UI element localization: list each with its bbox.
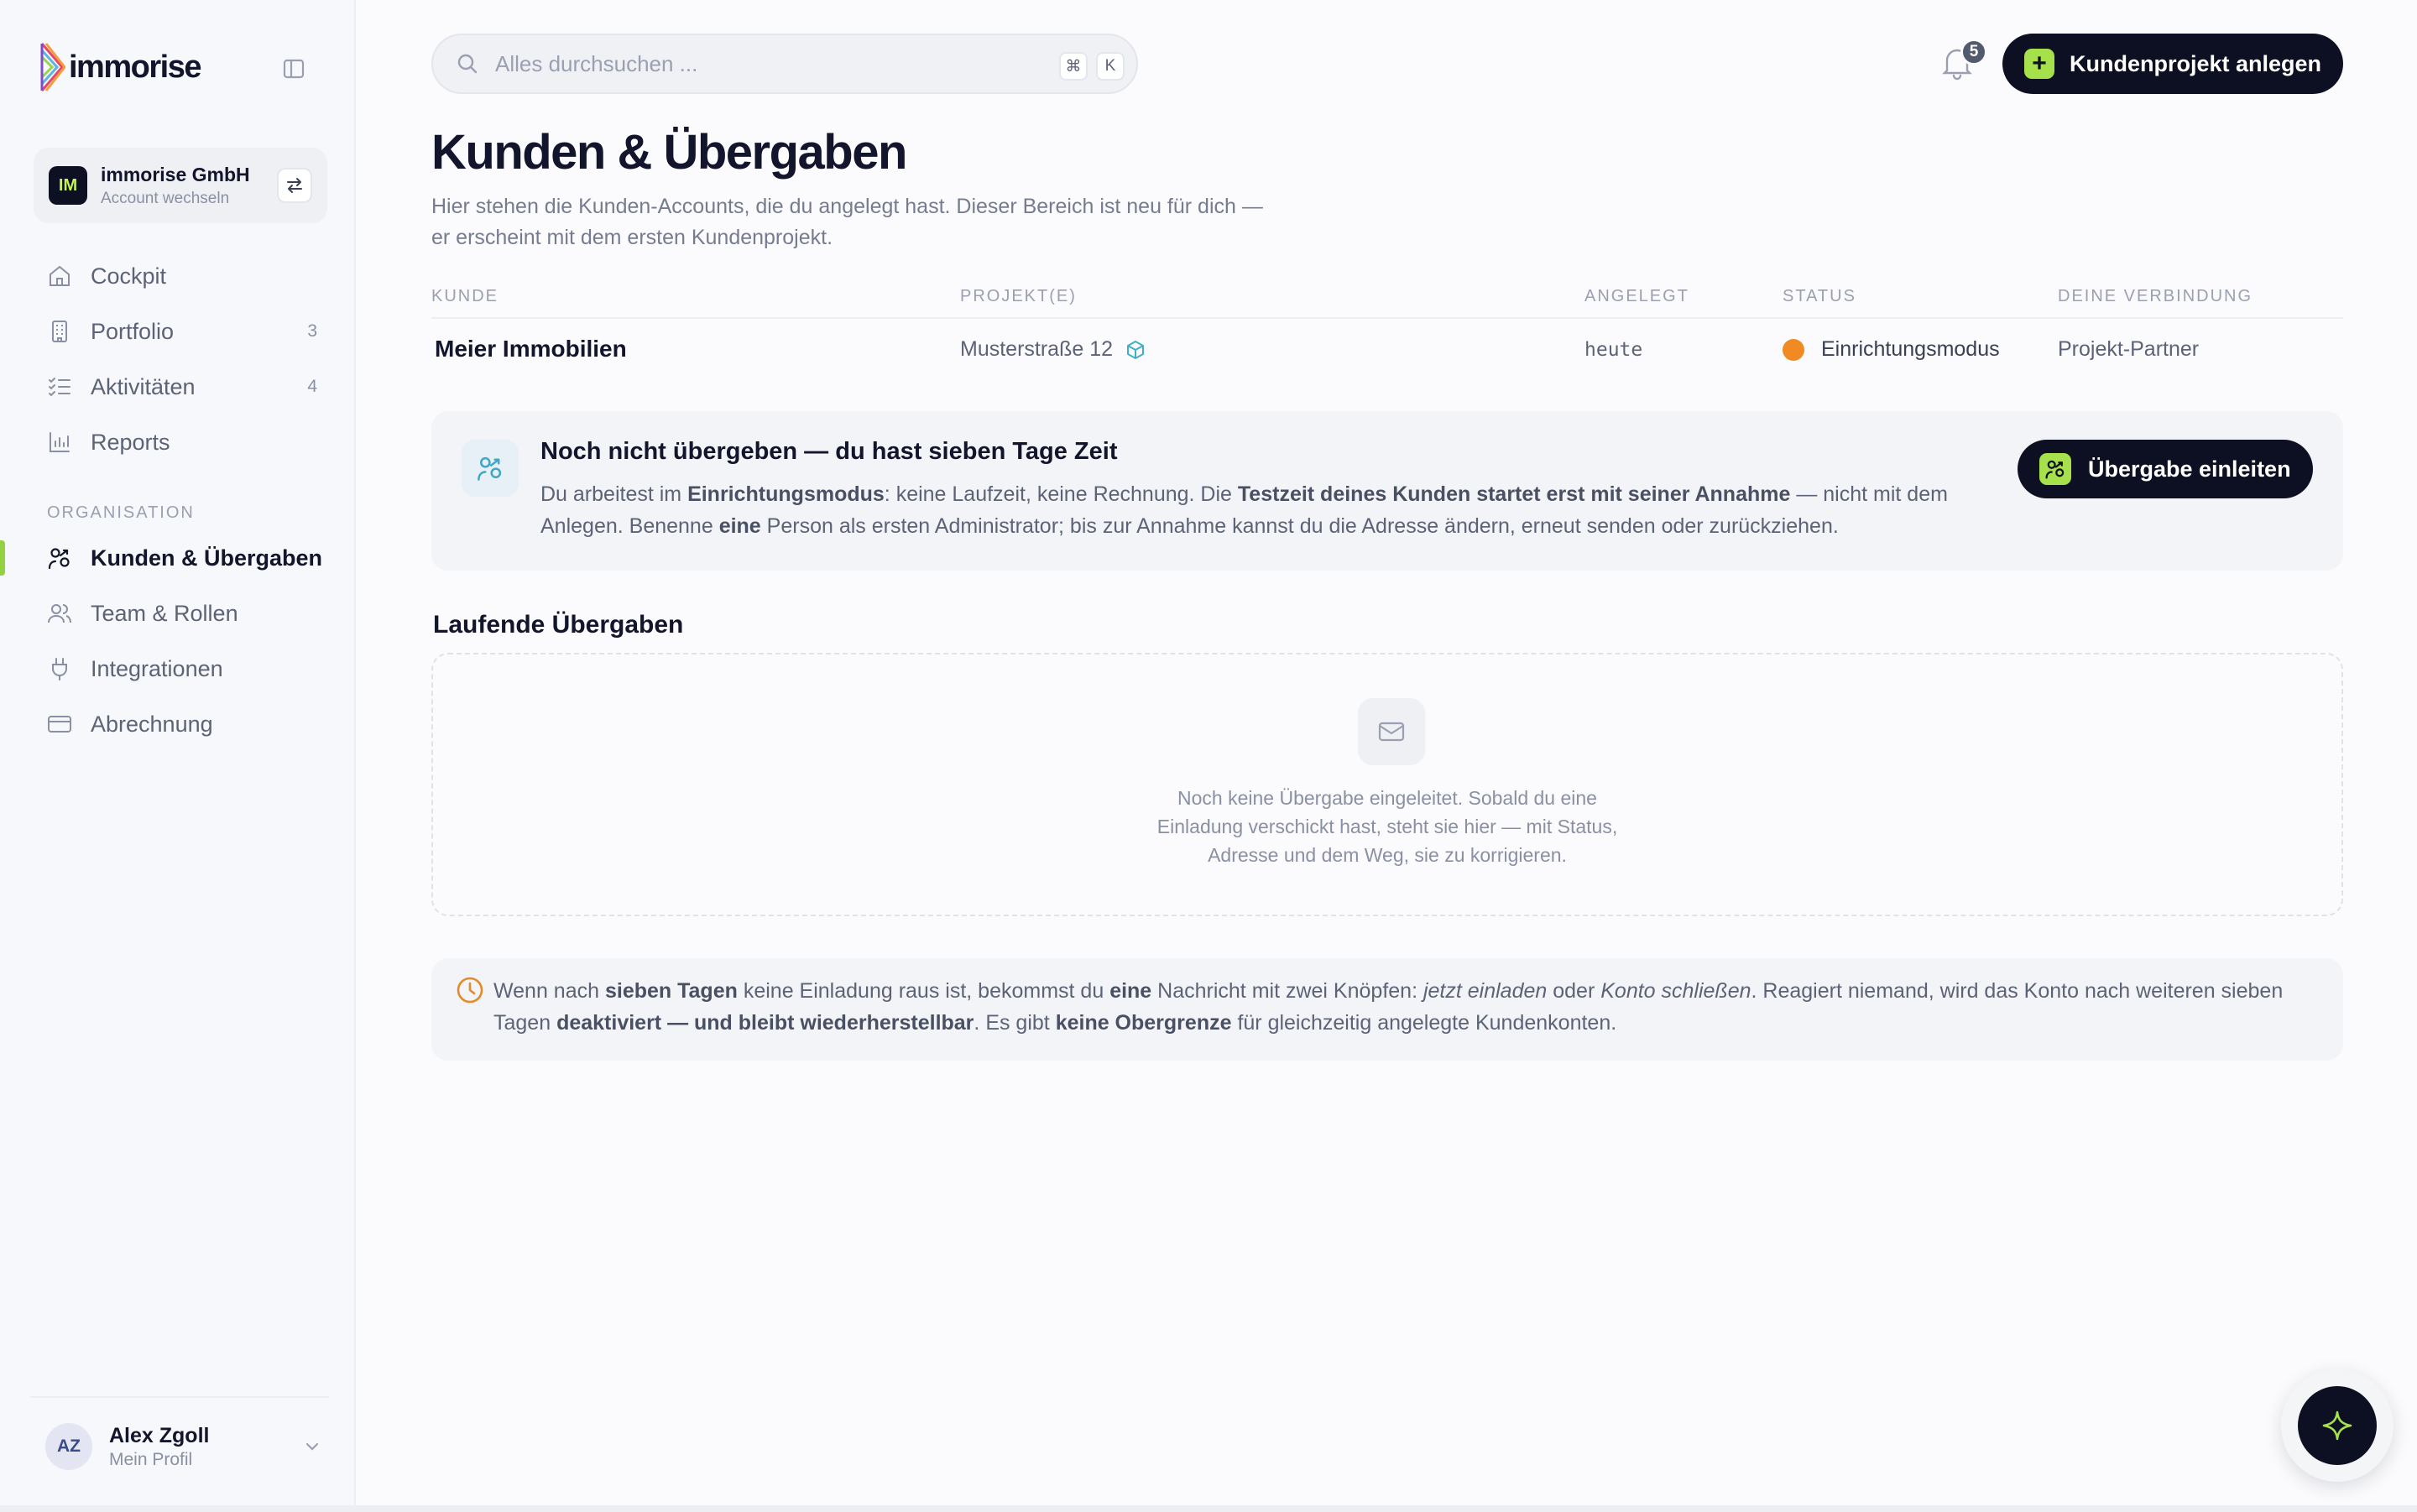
column-header-verbindung: DEINE VERBINDUNG <box>2058 287 2253 305</box>
home-icon <box>45 262 74 290</box>
page-title: Kunden & Übergaben <box>431 125 907 180</box>
sidebar: immorise IM immorise GmbH Account wechse… <box>0 0 356 1505</box>
sidebar-nav: Cockpit Portfolio 3 Aktivitäten 4 Report… <box>0 248 356 752</box>
notifications-button[interactable]: 5 <box>1940 39 1987 84</box>
sidebar-item-label: Aktivitäten <box>91 373 196 399</box>
account-switcher[interactable]: IM immorise GmbH Account wechseln <box>34 148 327 223</box>
profile-divider <box>30 1396 329 1398</box>
customers-table: KUNDE PROJEKT(E) ANGELEGT STATUS DEINE V… <box>431 282 2343 381</box>
profile-menu[interactable]: AZ Alex Zgoll Mein Profil <box>45 1423 322 1470</box>
main-content: Alles durchsuchen ... ⌘ K 5 + Kundenproj… <box>356 0 2417 1505</box>
callout-title: Noch nicht übergeben — du hast sieben Ta… <box>540 438 1118 465</box>
handshake-icon <box>45 544 74 572</box>
info-text: Wenn nach sieben Tagen keine Einladung r… <box>493 979 2284 1035</box>
bell-icon <box>1940 49 1974 84</box>
swap-icon[interactable] <box>277 168 312 203</box>
mail-icon <box>1358 698 1425 765</box>
sidebar-item-label: Team & Rollen <box>91 600 238 626</box>
shortcut-k-key: K <box>1096 52 1125 81</box>
account-avatar: IM <box>49 166 87 205</box>
start-handover-button[interactable]: Übergabe einleiten <box>2018 440 2313 498</box>
sidebar-item-kunden[interactable]: Kunden & Übergaben <box>0 530 356 586</box>
start-handover-label: Übergabe einleiten <box>2088 456 2291 482</box>
handover-callout: Noch nicht übergeben — du hast sieben Ta… <box>431 411 2343 571</box>
shortcut-cmd-key: ⌘ <box>1059 52 1088 81</box>
sidebar-item-cockpit[interactable]: Cockpit <box>0 248 356 304</box>
customer-name[interactable]: Meier Immobilien <box>435 336 627 362</box>
handshake-icon <box>2039 453 2071 485</box>
column-header-projekt: PROJEKT(E) <box>960 287 1077 305</box>
chevron-down-icon[interactable] <box>302 1436 322 1461</box>
logo[interactable]: immorise <box>40 42 201 92</box>
checklist-icon <box>45 373 74 401</box>
clock-icon <box>455 975 488 1009</box>
activities-count: 4 <box>307 377 317 396</box>
created-date: heute <box>1584 339 1643 361</box>
bottom-edge <box>0 1505 2417 1512</box>
column-header-status: STATUS <box>1783 287 1856 305</box>
connection-label: Projekt-Partner <box>2058 337 2200 361</box>
table-row[interactable]: Meier Immobilien Musterstraße 12 heute E… <box>431 319 2343 381</box>
plus-icon: + <box>2024 49 2054 79</box>
empty-state-text: Noch keine Übergabe eingeleitet. Sobald … <box>1156 787 1618 866</box>
avatar: AZ <box>45 1423 92 1470</box>
portfolio-count: 3 <box>307 321 317 341</box>
create-project-button[interactable]: + Kundenprojekt anlegen <box>2002 34 2343 94</box>
sidebar-item-label: Integrationen <box>91 655 223 681</box>
create-project-label: Kundenprojekt anlegen <box>2070 50 2322 76</box>
sidebar-item-label: Kunden & Übergaben <box>91 545 323 571</box>
search-input[interactable]: Alles durchsuchen ... <box>495 51 697 77</box>
sidebar-item-team[interactable]: Team & Rollen <box>0 586 356 641</box>
sidebar-item-integrationen[interactable]: Integrationen <box>0 641 356 696</box>
status-dot <box>1783 338 1804 361</box>
credit-card-icon <box>45 710 74 738</box>
notification-badge: 5 <box>1960 39 1987 65</box>
profile-sub: Mein Profil <box>109 1449 193 1469</box>
search-bar[interactable]: Alles durchsuchen ... ⌘ K <box>431 34 1138 94</box>
sidebar-item-label: Cockpit <box>91 263 167 289</box>
section-title: Laufende Übergaben <box>433 611 684 639</box>
sidebar-toggle-icon[interactable] <box>282 57 305 81</box>
project-name: Musterstraße 12 <box>960 337 1114 361</box>
sidebar-item-label: Reports <box>91 429 170 455</box>
info-notice: Wenn nach sieben Tagen keine Einladung r… <box>431 958 2343 1061</box>
sidebar-item-abrechnung[interactable]: Abrechnung <box>0 696 356 752</box>
column-header-kunde: KUNDE <box>431 287 499 305</box>
building-icon <box>45 317 74 346</box>
users-icon <box>45 599 74 628</box>
bar-chart-icon <box>45 428 74 456</box>
logo-text: immorise <box>69 49 201 85</box>
project-cell[interactable]: Musterstraße 12 <box>960 337 1146 362</box>
table-header: KUNDE PROJEKT(E) ANGELEGT STATUS DEINE V… <box>431 282 2343 319</box>
handshake-icon <box>462 440 519 497</box>
plug-icon <box>45 654 74 683</box>
sidebar-item-aktivitaeten[interactable]: Aktivitäten 4 <box>0 359 356 414</box>
sparkle-icon <box>2298 1386 2377 1465</box>
callout-text: Du arbeitest im Einrichtungsmodus: keine… <box>540 482 1948 538</box>
status-label: Einrichtungsmodus <box>1821 337 2000 361</box>
sidebar-item-label: Portfolio <box>91 318 175 344</box>
status-badge: Einrichtungsmodus <box>1783 337 2000 362</box>
search-icon <box>455 51 480 76</box>
logo-mark-icon <box>40 42 66 92</box>
sidebar-item-reports[interactable]: Reports <box>0 414 356 470</box>
cube-icon <box>1125 339 1146 361</box>
empty-state: Noch keine Übergabe eingeleitet. Sobald … <box>431 653 2343 916</box>
sidebar-item-portfolio[interactable]: Portfolio 3 <box>0 304 356 359</box>
nav-section-label: ORGANISATION <box>47 503 195 522</box>
column-header-angelegt: ANGELEGT <box>1584 287 1689 305</box>
page-description: Hier stehen die Kunden-Accounts, die du … <box>431 195 1263 249</box>
assistant-button[interactable] <box>2281 1369 2394 1482</box>
profile-name: Alex Zgoll <box>109 1423 210 1447</box>
account-switch-label: Account wechseln <box>101 189 230 207</box>
account-name: immorise GmbH <box>101 163 250 185</box>
sidebar-item-label: Abrechnung <box>91 711 213 737</box>
